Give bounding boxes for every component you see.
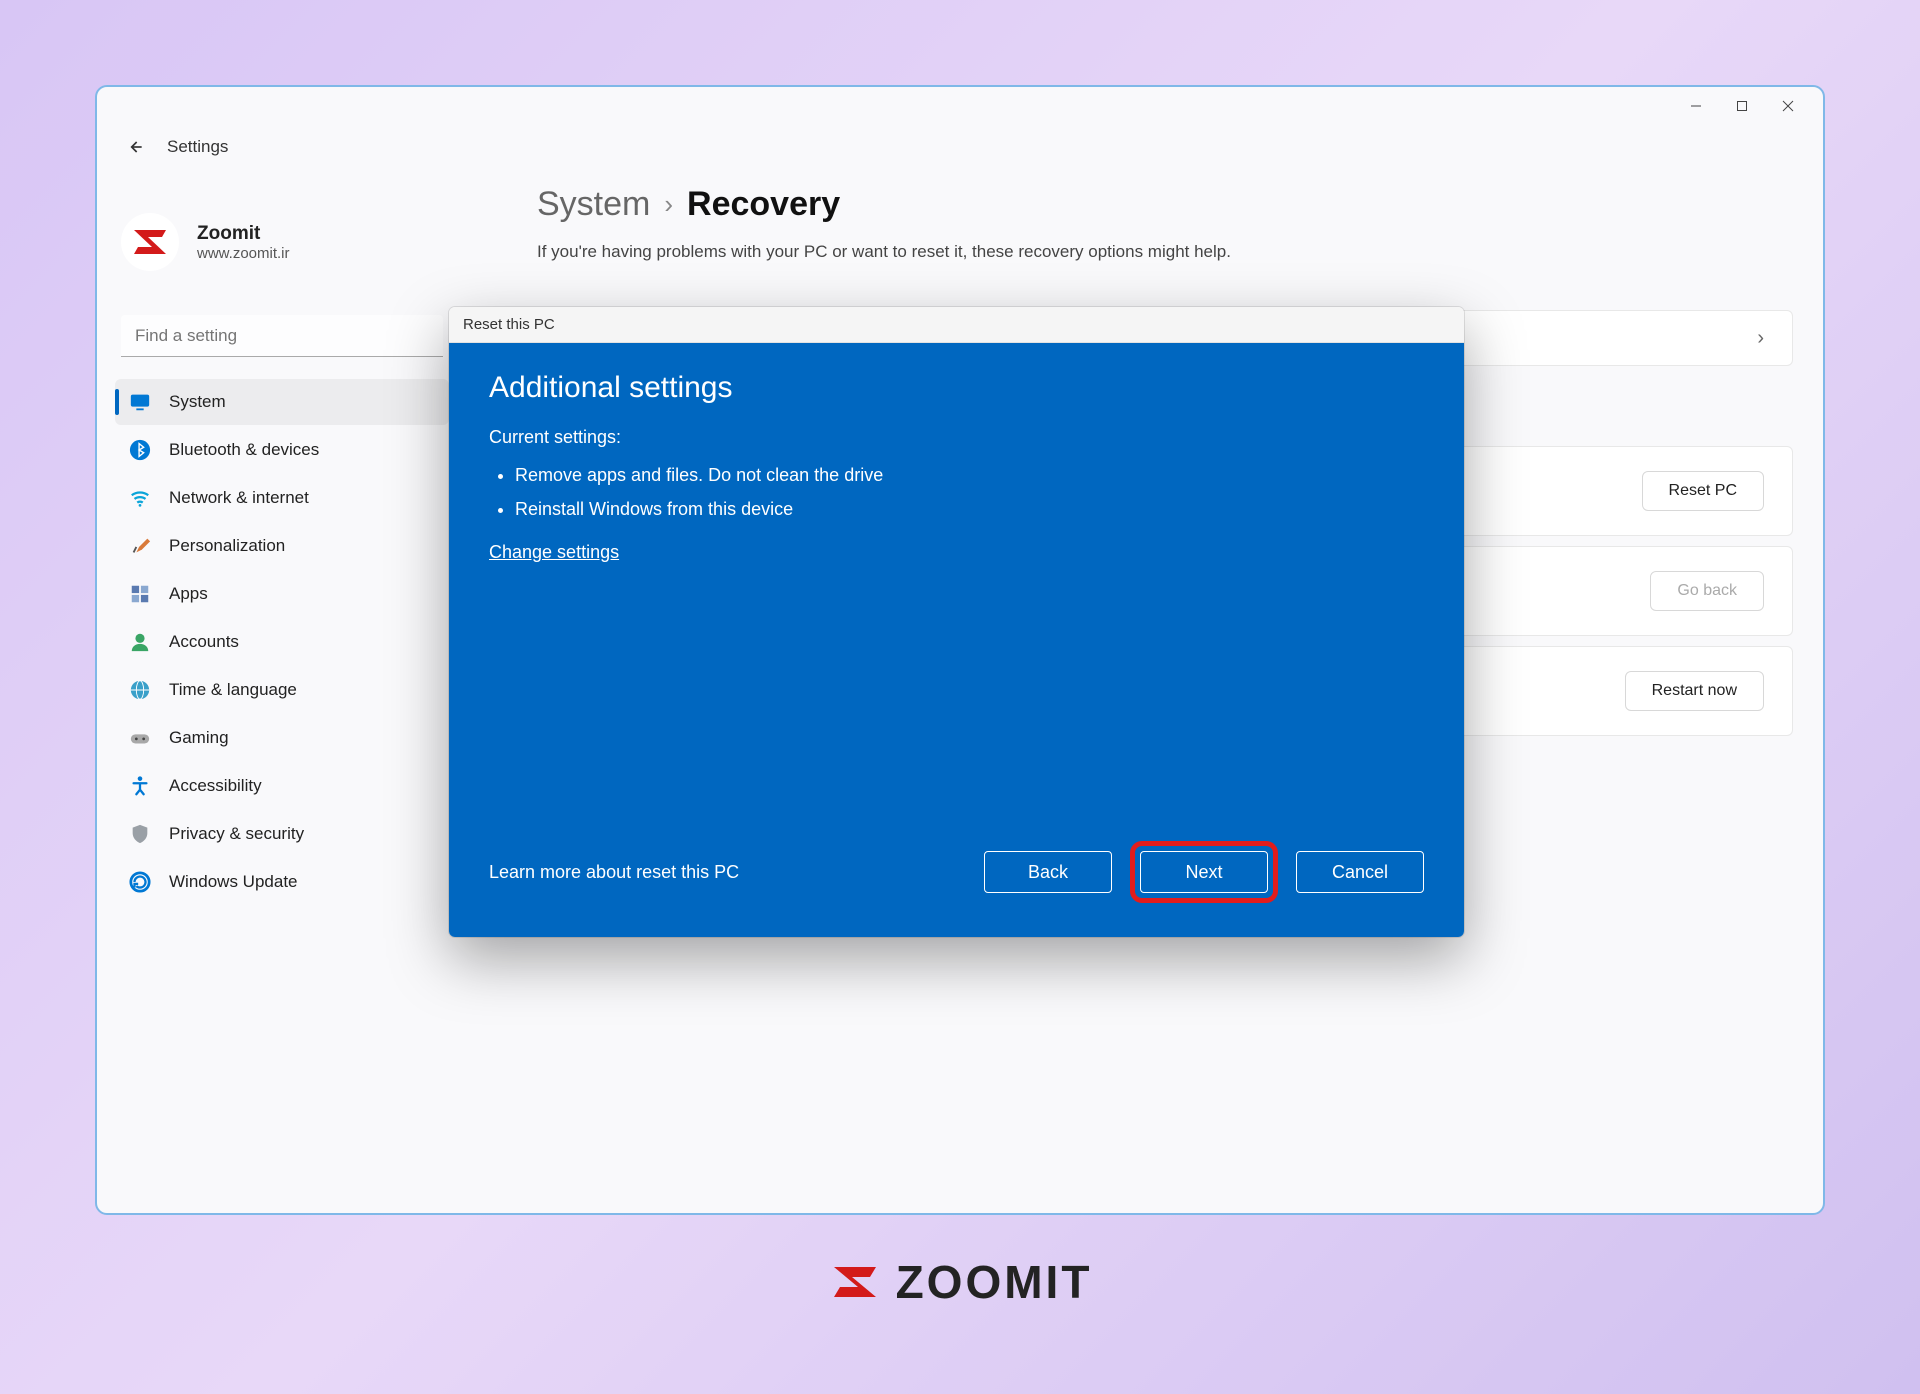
dialog-current-settings-label: Current settings: <box>489 427 1424 448</box>
back-button[interactable] <box>121 133 149 161</box>
zoomit-brand-text: ZOOMIT <box>896 1255 1093 1309</box>
profile-name: Zoomit <box>197 223 290 245</box>
breadcrumb-current: Recovery <box>687 185 840 224</box>
breadcrumb: System › Recovery <box>537 185 1793 224</box>
sidebar-item-label: Gaming <box>169 728 229 748</box>
dialog-cancel-button[interactable]: Cancel <box>1296 851 1424 893</box>
search-input[interactable] <box>121 315 443 357</box>
sidebar-item-network[interactable]: Network & internet <box>115 475 449 521</box>
page-subtitle: If you're having problems with your PC o… <box>537 242 1793 262</box>
learn-more-link[interactable]: Learn more about reset this PC <box>489 862 739 883</box>
dialog-heading: Additional settings <box>489 371 1424 405</box>
dialog-window-title: Reset this PC <box>449 307 1464 343</box>
sidebar-item-apps[interactable]: Apps <box>115 571 449 617</box>
maximize-button[interactable] <box>1719 90 1765 122</box>
restart-now-button[interactable]: Restart now <box>1625 671 1764 711</box>
chevron-right-icon: › <box>664 189 673 220</box>
person-icon <box>129 631 151 653</box>
sidebar-item-label: System <box>169 392 226 412</box>
avatar <box>121 213 179 271</box>
sidebar-item-label: Apps <box>169 584 208 604</box>
highlight-annotation: Next <box>1130 841 1278 903</box>
brush-icon <box>129 535 151 557</box>
sidebar-item-label: Privacy & security <box>169 824 304 844</box>
shield-icon <box>129 823 151 845</box>
chevron-right-icon: › <box>1757 327 1764 350</box>
change-settings-link[interactable]: Change settings <box>489 542 1424 563</box>
close-button[interactable] <box>1765 90 1811 122</box>
bluetooth-icon <box>129 439 151 461</box>
app-title: Settings <box>167 137 228 157</box>
sidebar-item-label: Personalization <box>169 536 285 556</box>
dialog-bullet-item: Remove apps and files. Do not clean the … <box>515 458 1424 492</box>
dialog-back-button[interactable]: Back <box>984 851 1112 893</box>
zoomit-brand-footer: ZOOMIT <box>828 1255 1093 1309</box>
monitor-icon <box>129 391 151 413</box>
sidebar-item-accessibility[interactable]: Accessibility <box>115 763 449 809</box>
profile-url: www.zoomit.ir <box>197 245 290 262</box>
sidebar-item-accounts[interactable]: Accounts <box>115 619 449 665</box>
settings-window: Settings Zoomit www.zoomit.ir <box>95 85 1825 1215</box>
dialog-bullet-item: Reinstall Windows from this device <box>515 492 1424 526</box>
sidebar-item-label: Accounts <box>169 632 239 652</box>
reset-pc-button[interactable]: Reset PC <box>1642 471 1764 511</box>
sidebar-nav: System Bluetooth & devices Network & int… <box>115 379 449 905</box>
zoomit-logo-icon <box>828 1255 882 1309</box>
sidebar-item-label: Network & internet <box>169 488 309 508</box>
breadcrumb-root[interactable]: System <box>537 185 650 224</box>
sidebar-item-time-language[interactable]: Time & language <box>115 667 449 713</box>
sidebar-item-label: Accessibility <box>169 776 262 796</box>
reset-pc-dialog: Reset this PC Additional settings Curren… <box>449 307 1464 937</box>
sidebar-item-label: Time & language <box>169 680 297 700</box>
sidebar: Zoomit www.zoomit.ir System Bluetooth & … <box>97 125 457 1213</box>
sidebar-item-personalization[interactable]: Personalization <box>115 523 449 569</box>
sidebar-item-windows-update[interactable]: Windows Update <box>115 859 449 905</box>
window-titlebar <box>97 87 1823 125</box>
dialog-next-button[interactable]: Next <box>1140 851 1268 893</box>
sidebar-item-bluetooth[interactable]: Bluetooth & devices <box>115 427 449 473</box>
go-back-button: Go back <box>1650 571 1764 611</box>
gamepad-icon <box>129 727 151 749</box>
accessibility-icon <box>129 775 151 797</box>
sidebar-item-privacy[interactable]: Privacy & security <box>115 811 449 857</box>
wifi-icon <box>129 487 151 509</box>
sidebar-item-label: Windows Update <box>169 872 298 892</box>
update-icon <box>129 871 151 893</box>
sidebar-item-label: Bluetooth & devices <box>169 440 319 460</box>
search-container <box>121 315 443 357</box>
apps-icon <box>129 583 151 605</box>
globe-icon <box>129 679 151 701</box>
sidebar-item-system[interactable]: System <box>115 379 449 425</box>
minimize-button[interactable] <box>1673 90 1719 122</box>
profile-section[interactable]: Zoomit www.zoomit.ir <box>115 213 449 301</box>
dialog-bullet-list: Remove apps and files. Do not clean the … <box>489 458 1424 526</box>
sidebar-item-gaming[interactable]: Gaming <box>115 715 449 761</box>
